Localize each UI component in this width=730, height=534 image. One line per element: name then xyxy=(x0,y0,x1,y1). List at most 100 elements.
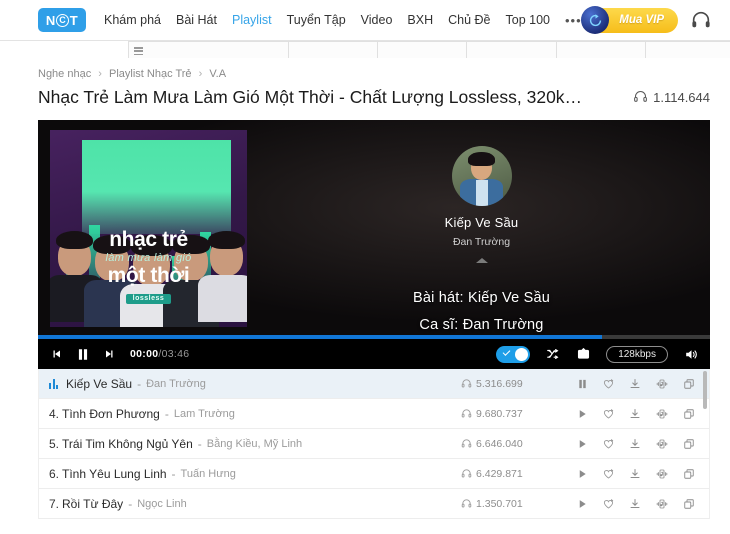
album-cover-art[interactable]: nhạc trẻ làm mưa làm gió một thời lossle… xyxy=(50,130,247,327)
row-artist[interactable]: Ngọc Linh xyxy=(137,498,187,510)
playlist-scrollbar[interactable] xyxy=(703,371,707,409)
breadcrumb-item-0[interactable]: Nghe nhạc xyxy=(38,68,91,80)
hamburger-icon[interactable] xyxy=(134,47,143,57)
ringtone-icon[interactable] xyxy=(655,498,669,510)
nav-item-bai-hat[interactable]: Bài Hát xyxy=(176,13,217,27)
shuffle-icon[interactable] xyxy=(545,347,561,361)
breadcrumb-item-1[interactable]: Playlist Nhạc Trẻ xyxy=(109,68,192,80)
row-play-count: 6.429.871 xyxy=(461,468,561,480)
page-content: Nghe nhạc › Playlist Nhạc Trẻ › V.A Nhạc… xyxy=(0,58,730,108)
favorite-icon[interactable] xyxy=(602,438,615,450)
pause-icon[interactable] xyxy=(577,378,588,390)
toolbar-cell-6[interactable] xyxy=(646,42,730,58)
row-artist[interactable]: Đan Trường xyxy=(146,378,206,390)
cover-line-2: làm mưa làm gió xyxy=(105,252,192,265)
favorite-icon[interactable] xyxy=(602,408,615,420)
collapse-caret-icon[interactable] xyxy=(475,258,488,263)
cover-line-3: một thời xyxy=(107,264,190,288)
nav-item-top-100[interactable]: Top 100 xyxy=(506,13,550,27)
row-dash: - xyxy=(171,466,176,481)
breadcrumb-item-2[interactable]: V.A xyxy=(209,68,226,80)
row-actions xyxy=(577,408,695,420)
buy-vip-button[interactable]: Mua VIP xyxy=(581,6,678,34)
toolbar-cell-2[interactable] xyxy=(289,42,379,58)
row-right-group: 6.646.040 xyxy=(461,438,695,450)
nav-more-icon[interactable]: ••• xyxy=(565,13,582,28)
breadcrumb: Nghe nhạc › Playlist Nhạc Trẻ › V.A xyxy=(38,68,710,80)
logo-letter-n: N xyxy=(45,12,56,28)
download-icon[interactable] xyxy=(629,408,641,420)
nav-item-playlist[interactable]: Playlist xyxy=(232,13,272,27)
row-song-title[interactable]: Rồi Từ Đây xyxy=(62,497,123,511)
download-icon[interactable] xyxy=(629,468,641,480)
nav-item-video[interactable]: Video xyxy=(361,13,393,27)
row-song-title[interactable]: Tình Đơn Phương xyxy=(62,407,160,421)
row-right-group: 6.429.871 xyxy=(461,468,695,480)
row-artist[interactable]: Tuấn Hưng xyxy=(181,468,236,480)
download-icon[interactable] xyxy=(629,378,641,390)
karaoke-artist-line: Ca sĩ: Đan Trường xyxy=(419,316,544,333)
row-dash: - xyxy=(197,436,202,451)
table-row[interactable]: 6. Tình Yêu Lung Linh - Tuấn Hưng 6.429.… xyxy=(39,459,709,489)
row-song-title[interactable]: Kiếp Ve Sầu xyxy=(66,377,132,391)
download-icon[interactable] xyxy=(629,498,641,510)
favorite-icon[interactable] xyxy=(602,468,615,480)
table-row[interactable]: 7. Rồi Từ Đây - Ngọc Linh 1.350.701 xyxy=(39,489,709,519)
repeat-icon[interactable] xyxy=(576,347,591,361)
karaoke-toggle[interactable] xyxy=(496,345,531,363)
row-play-count: 5.316.699 xyxy=(461,378,561,390)
download-icon[interactable] xyxy=(629,438,641,450)
cover-line-1: nhạc trẻ xyxy=(109,228,188,252)
play-icon[interactable] xyxy=(577,498,588,510)
listen-count-group: 1.114.644 xyxy=(633,89,710,107)
current-time: 00:00 xyxy=(130,348,159,360)
copy-icon[interactable] xyxy=(683,498,695,510)
toolbar-cell-menu[interactable] xyxy=(129,42,289,58)
next-icon[interactable] xyxy=(104,348,116,360)
row-play-count: 9.680.737 xyxy=(461,408,561,420)
nav-item-chu-de[interactable]: Chủ Đề xyxy=(448,13,490,27)
row-actions xyxy=(577,468,695,480)
table-row[interactable]: 5. Trái Tim Không Ngủ Yên - Bằng Kiều, M… xyxy=(39,429,709,459)
row-play-count-value: 5.316.699 xyxy=(476,377,523,390)
row-artist[interactable]: Lam Trường xyxy=(174,408,235,420)
play-icon[interactable] xyxy=(577,408,588,420)
karaoke-song-line: Bài hát: Kiếp Ve Sầu xyxy=(412,290,550,306)
volume-icon[interactable] xyxy=(683,347,700,362)
play-icon[interactable] xyxy=(577,468,588,480)
breadcrumb-separator-0: › xyxy=(98,68,102,80)
nav-item-tuyen-tap[interactable]: Tuyển Tập xyxy=(287,13,346,27)
now-playing-title: Kiếp Ve Sầu xyxy=(444,215,519,230)
favorite-icon[interactable] xyxy=(602,378,615,390)
table-row[interactable]: Kiếp Ve Sầu - Đan Trường 5.316.699 xyxy=(39,369,709,399)
table-row[interactable]: 4. Tình Đơn Phương - Lam Trường 9.680.73… xyxy=(39,399,709,429)
pause-icon[interactable] xyxy=(76,347,90,362)
nav-item-bxh[interactable]: BXH xyxy=(407,13,433,27)
copy-icon[interactable] xyxy=(683,438,695,450)
nct-logo[interactable]: N C T xyxy=(38,8,86,32)
headphone-icon[interactable] xyxy=(690,9,712,31)
copy-icon[interactable] xyxy=(683,378,695,390)
ringtone-icon[interactable] xyxy=(655,408,669,420)
quality-button[interactable]: 128kbps xyxy=(606,345,668,363)
toolbar-cell-3[interactable] xyxy=(378,42,468,58)
vip-orb-icon xyxy=(581,6,610,34)
artist-avatar[interactable] xyxy=(451,146,512,206)
toolbar-cell-5[interactable] xyxy=(557,42,646,58)
row-song-title[interactable]: Trái Tim Không Ngủ Yên xyxy=(62,437,193,451)
lossless-badge: lossless xyxy=(125,294,172,305)
favorite-icon[interactable] xyxy=(602,498,615,510)
play-icon[interactable] xyxy=(577,438,588,450)
ringtone-icon[interactable] xyxy=(655,468,669,480)
ringtone-icon[interactable] xyxy=(655,438,669,450)
ringtone-icon[interactable] xyxy=(655,378,669,390)
nav-item-kham-pha[interactable]: Khám phá xyxy=(104,13,161,27)
copy-icon[interactable] xyxy=(683,468,695,480)
copy-icon[interactable] xyxy=(683,408,695,420)
headphone-icon xyxy=(633,89,648,107)
previous-icon[interactable] xyxy=(50,348,62,360)
row-artist[interactable]: Bằng Kiều, Mỹ Linh xyxy=(207,438,302,450)
toolbar-cell-4[interactable] xyxy=(467,42,557,58)
row-song-title[interactable]: Tình Yêu Lung Linh xyxy=(62,467,167,481)
title-row: Nhạc Trẻ Làm Mưa Làm Gió Một Thời - Chất… xyxy=(38,87,710,108)
